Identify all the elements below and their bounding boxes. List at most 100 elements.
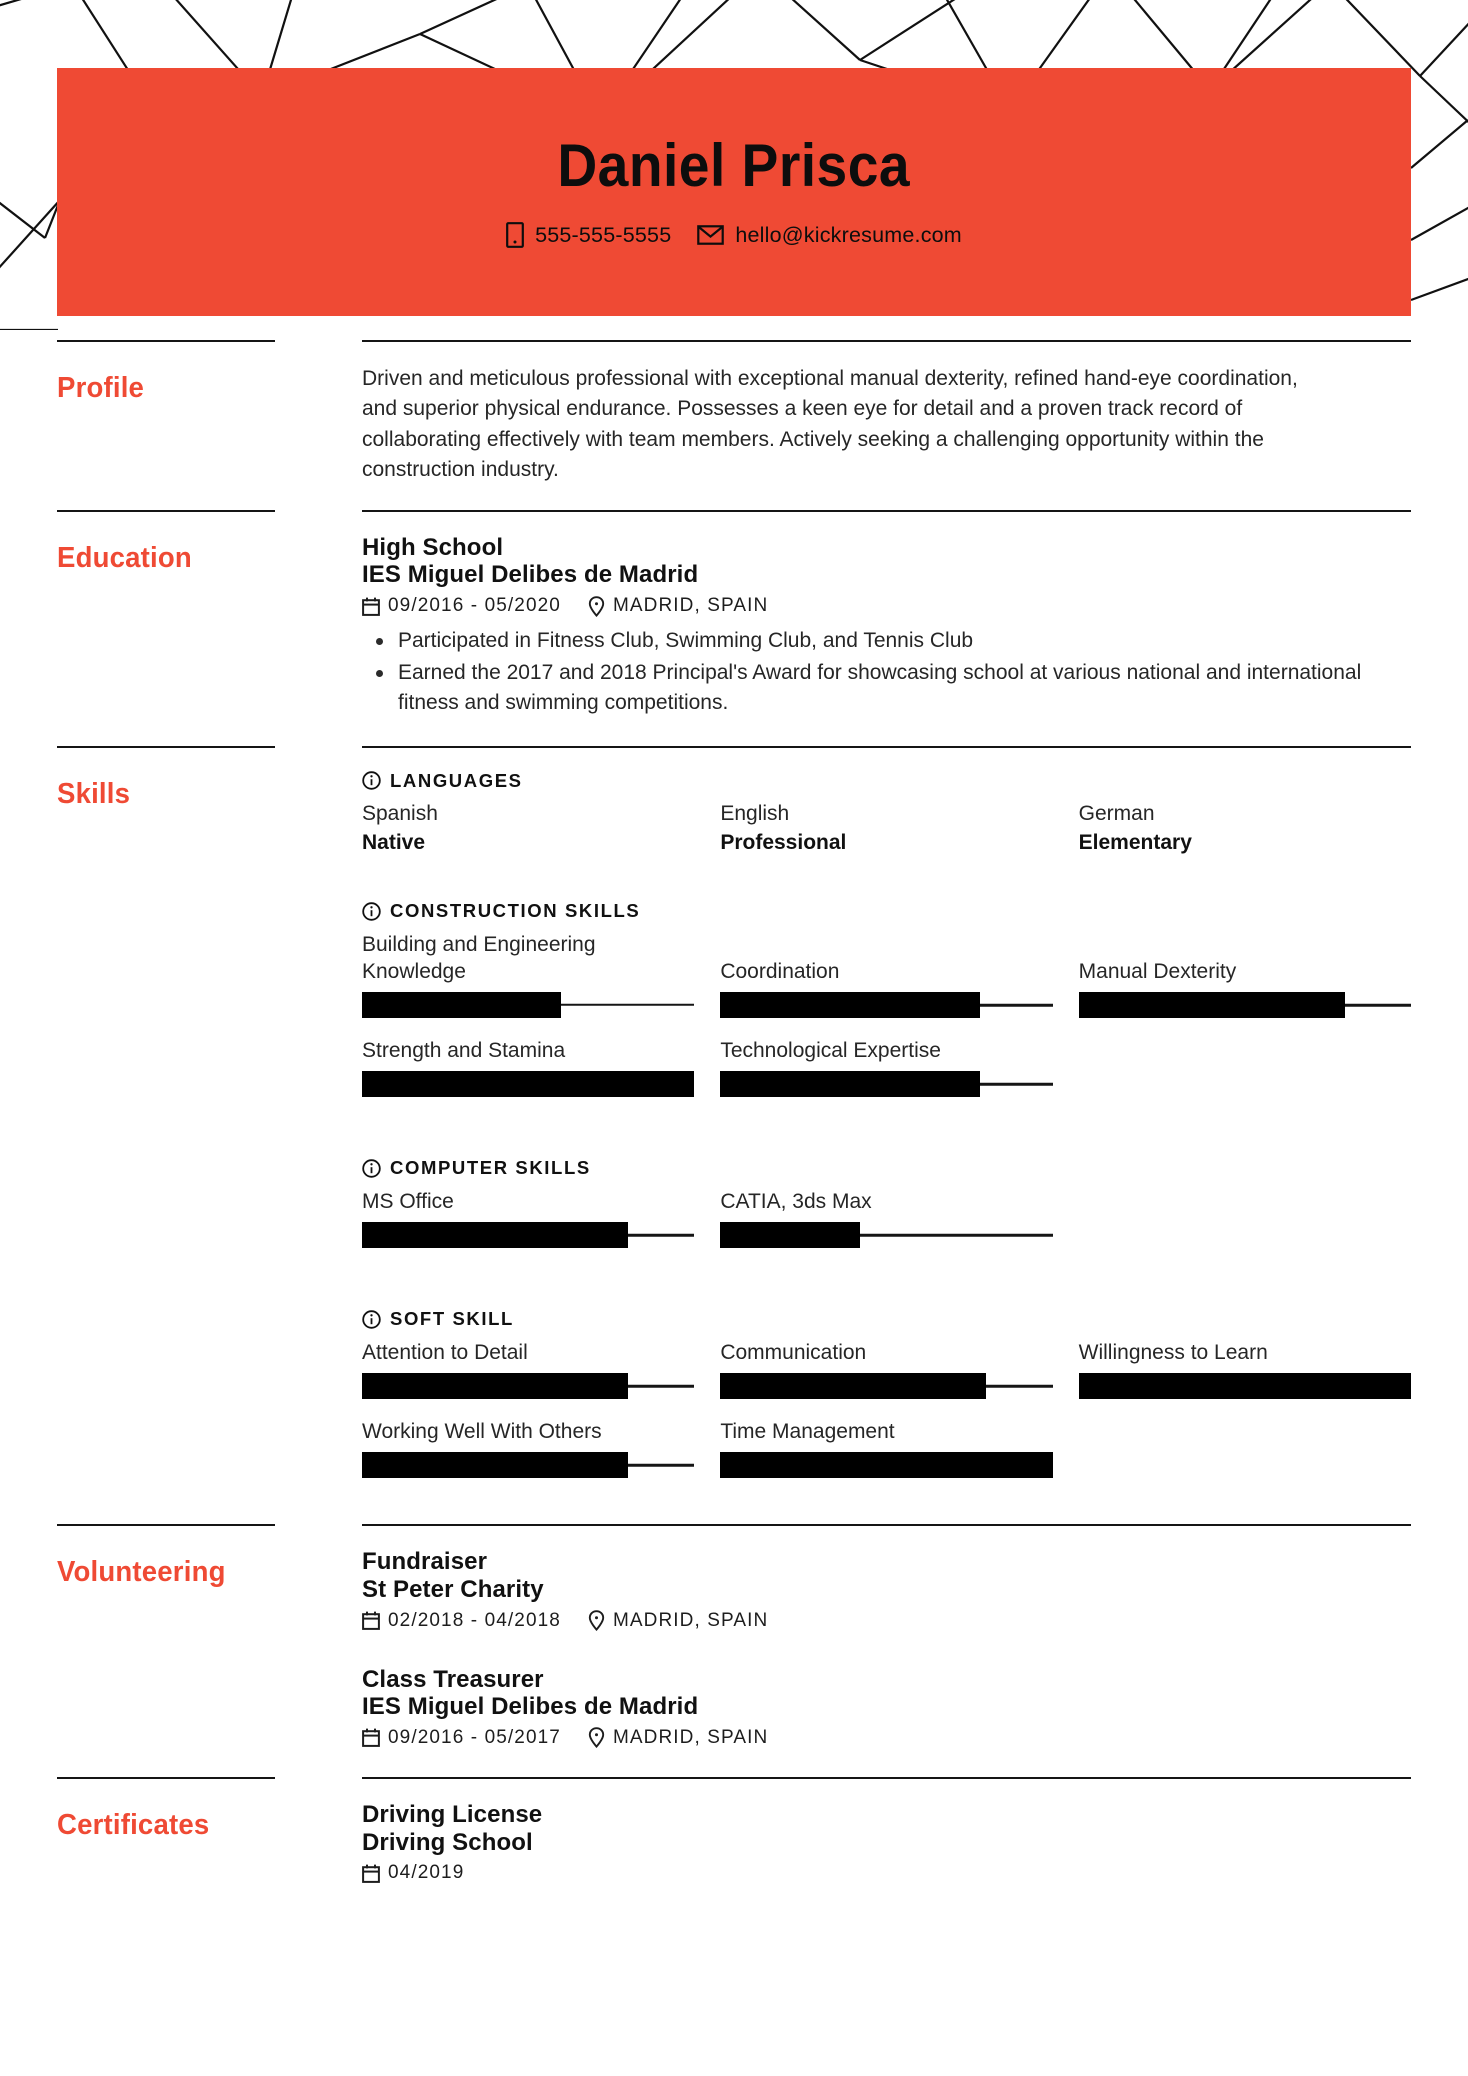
calendar-icon	[362, 1864, 380, 1883]
entry-dates-value: 09/2016 - 05/2020	[388, 595, 561, 617]
skill-bar-fill	[720, 1222, 860, 1249]
section-rule-left	[57, 745, 275, 748]
section-rule-left	[57, 340, 275, 342]
group-heading-label: COMPUTER SKILLS	[390, 1157, 591, 1179]
phone-icon	[506, 222, 524, 248]
location-pin-icon	[588, 1610, 605, 1632]
skill-bar	[362, 1222, 695, 1249]
language-item: German Elementary	[1079, 798, 1411, 857]
page-bottom-spacer	[0, 1912, 1468, 2062]
skill-item: Attention to Detail	[362, 1336, 695, 1400]
resume-body: Profile Driven and meticulous profession…	[0, 340, 1468, 2062]
entry-location: MADRID, SPAIN	[588, 1727, 768, 1749]
skill-bar-fill	[362, 1452, 628, 1479]
entry-subtitle: IES Miguel Delibes de Madrid	[362, 1693, 699, 1721]
skill-item: Communication	[720, 1336, 1053, 1400]
skill-item: Willingness to Learn	[1078, 1336, 1411, 1400]
list-item: Earned the 2017 and 2018 Principal's Awa…	[362, 658, 1411, 718]
resume-page: Daniel Prisca 555-555-5555 hello@kickres…	[0, 0, 1468, 2076]
skill-bar	[720, 1373, 1053, 1400]
skill-bar-fill	[720, 1452, 1053, 1479]
section-label-education: Education	[57, 541, 192, 574]
entry-title: Class Treasurer	[362, 1665, 544, 1693]
group-heading: COMPUTER SKILLS	[362, 1157, 1411, 1179]
skill-name: Strength and Stamina	[362, 1039, 566, 1063]
skill-item: MS Office	[362, 1185, 695, 1249]
certificate-entry: Driving License Driving School 04/2019	[362, 1801, 1411, 1884]
entry-dates: 09/2016 - 05/2017	[362, 1727, 561, 1749]
section-certificates: Certificates Driving License Driving Sch…	[0, 1776, 1468, 1912]
entry-meta: 09/2016 - 05/2020 MADRID, SPAIN	[362, 595, 1411, 617]
calendar-icon	[362, 597, 380, 616]
skill-bar	[720, 1452, 1053, 1479]
section-profile: Profile Driven and meticulous profession…	[0, 340, 1468, 510]
language-name: English	[720, 801, 790, 825]
entry-dates: 04/2019	[362, 1862, 464, 1884]
entry-dates: 02/2018 - 04/2018	[362, 1610, 561, 1632]
language-item: English Professional	[720, 798, 1052, 857]
language-name: Spanish	[362, 801, 438, 825]
entry-location: MADRID, SPAIN	[588, 1610, 768, 1632]
skill-bar-fill	[362, 1222, 628, 1249]
entry-dates-value: 04/2019	[388, 1862, 465, 1884]
languages-grid: Spanish Native English Professional Germ…	[362, 798, 1411, 857]
skill-group-languages: LANGUAGES Spanish Native English Profess…	[362, 770, 1411, 857]
entry-meta: 09/2016 - 05/2017 MADRID, SPAIN	[362, 1727, 1411, 1749]
mail-icon	[697, 225, 725, 245]
skill-bar-fill	[1078, 1373, 1411, 1400]
skill-bar	[1078, 1373, 1411, 1400]
skill-bar	[362, 1071, 695, 1098]
skill-item: Building and Engineering Knowledge	[362, 928, 695, 1018]
skill-item: Time Management	[720, 1415, 1053, 1479]
page-title: Daniel Prisca	[557, 132, 911, 199]
info-icon	[362, 1309, 381, 1329]
section-rule-left	[57, 1776, 275, 1779]
language-name: German	[1078, 801, 1155, 825]
skill-bar	[362, 1373, 695, 1400]
skill-item: Working Well With Others	[362, 1415, 695, 1479]
section-volunteering: Volunteering Fundraiser St Peter Charity	[0, 1524, 1468, 1777]
skill-name: Willingness to Learn	[1078, 1341, 1268, 1365]
section-education: Education High School IES Miguel Delibes…	[0, 509, 1468, 746]
skill-bar	[1078, 992, 1411, 1019]
section-label-skills: Skills	[57, 777, 131, 810]
skill-item: CATIA, 3ds Max	[720, 1185, 1053, 1249]
group-heading: SOFT SKILL	[362, 1308, 1411, 1330]
skill-bar-fill	[720, 1071, 980, 1098]
calendar-icon	[362, 1611, 380, 1630]
skill-group-computer: COMPUTER SKILLS MS Office CATIA, 3ds Max	[362, 1157, 1411, 1264]
skill-bar	[720, 1222, 1053, 1249]
section-label-volunteering: Volunteering	[57, 1556, 226, 1589]
entry-subtitle: St Peter Charity	[362, 1575, 544, 1603]
group-heading-label: LANGUAGES	[390, 769, 523, 791]
skill-item: Strength and Stamina	[362, 1034, 695, 1098]
entry-location: MADRID, SPAIN	[588, 595, 768, 617]
contact-email-value: hello@kickresume.com	[735, 222, 962, 247]
language-item: Spanish Native	[362, 798, 694, 857]
skill-item: Technological Expertise	[720, 1034, 1053, 1098]
skill-bar-fill	[720, 992, 980, 1019]
location-pin-icon	[588, 1727, 605, 1749]
construction-skills-grid: Building and Engineering Knowledge Coord…	[362, 928, 1411, 1113]
entry-title: Driving License	[362, 1800, 543, 1828]
contact-email[interactable]: hello@kickresume.com	[697, 223, 962, 248]
skill-name: Coordination	[720, 960, 840, 984]
contact-row: 555-555-5555 hello@kickresume.com	[506, 222, 962, 248]
location-pin-icon	[588, 595, 605, 617]
skill-name: Communication	[720, 1341, 867, 1365]
group-heading: CONSTRUCTION SKILLS	[362, 900, 1411, 922]
entry-subtitle: IES Miguel Delibes de Madrid	[362, 561, 699, 589]
entry-meta: 04/2019	[362, 1862, 1411, 1884]
skill-name: Manual Dexterity	[1078, 960, 1237, 984]
entry-subtitle: Driving School	[362, 1828, 533, 1856]
skill-bar	[362, 1452, 695, 1479]
language-level: Elementary	[1078, 830, 1192, 854]
contact-phone[interactable]: 555-555-5555	[506, 222, 671, 248]
section-rule-left	[57, 509, 275, 512]
skill-group-construction: CONSTRUCTION SKILLS Building and Enginee…	[362, 900, 1411, 1113]
entry-dates-value: 02/2018 - 04/2018	[388, 1609, 561, 1631]
computer-skills-grid: MS Office CATIA, 3ds Max	[362, 1185, 1411, 1264]
skill-item: Coordination	[720, 928, 1053, 1019]
contact-phone-value: 555-555-5555	[535, 222, 672, 247]
language-level: Native	[362, 830, 426, 854]
